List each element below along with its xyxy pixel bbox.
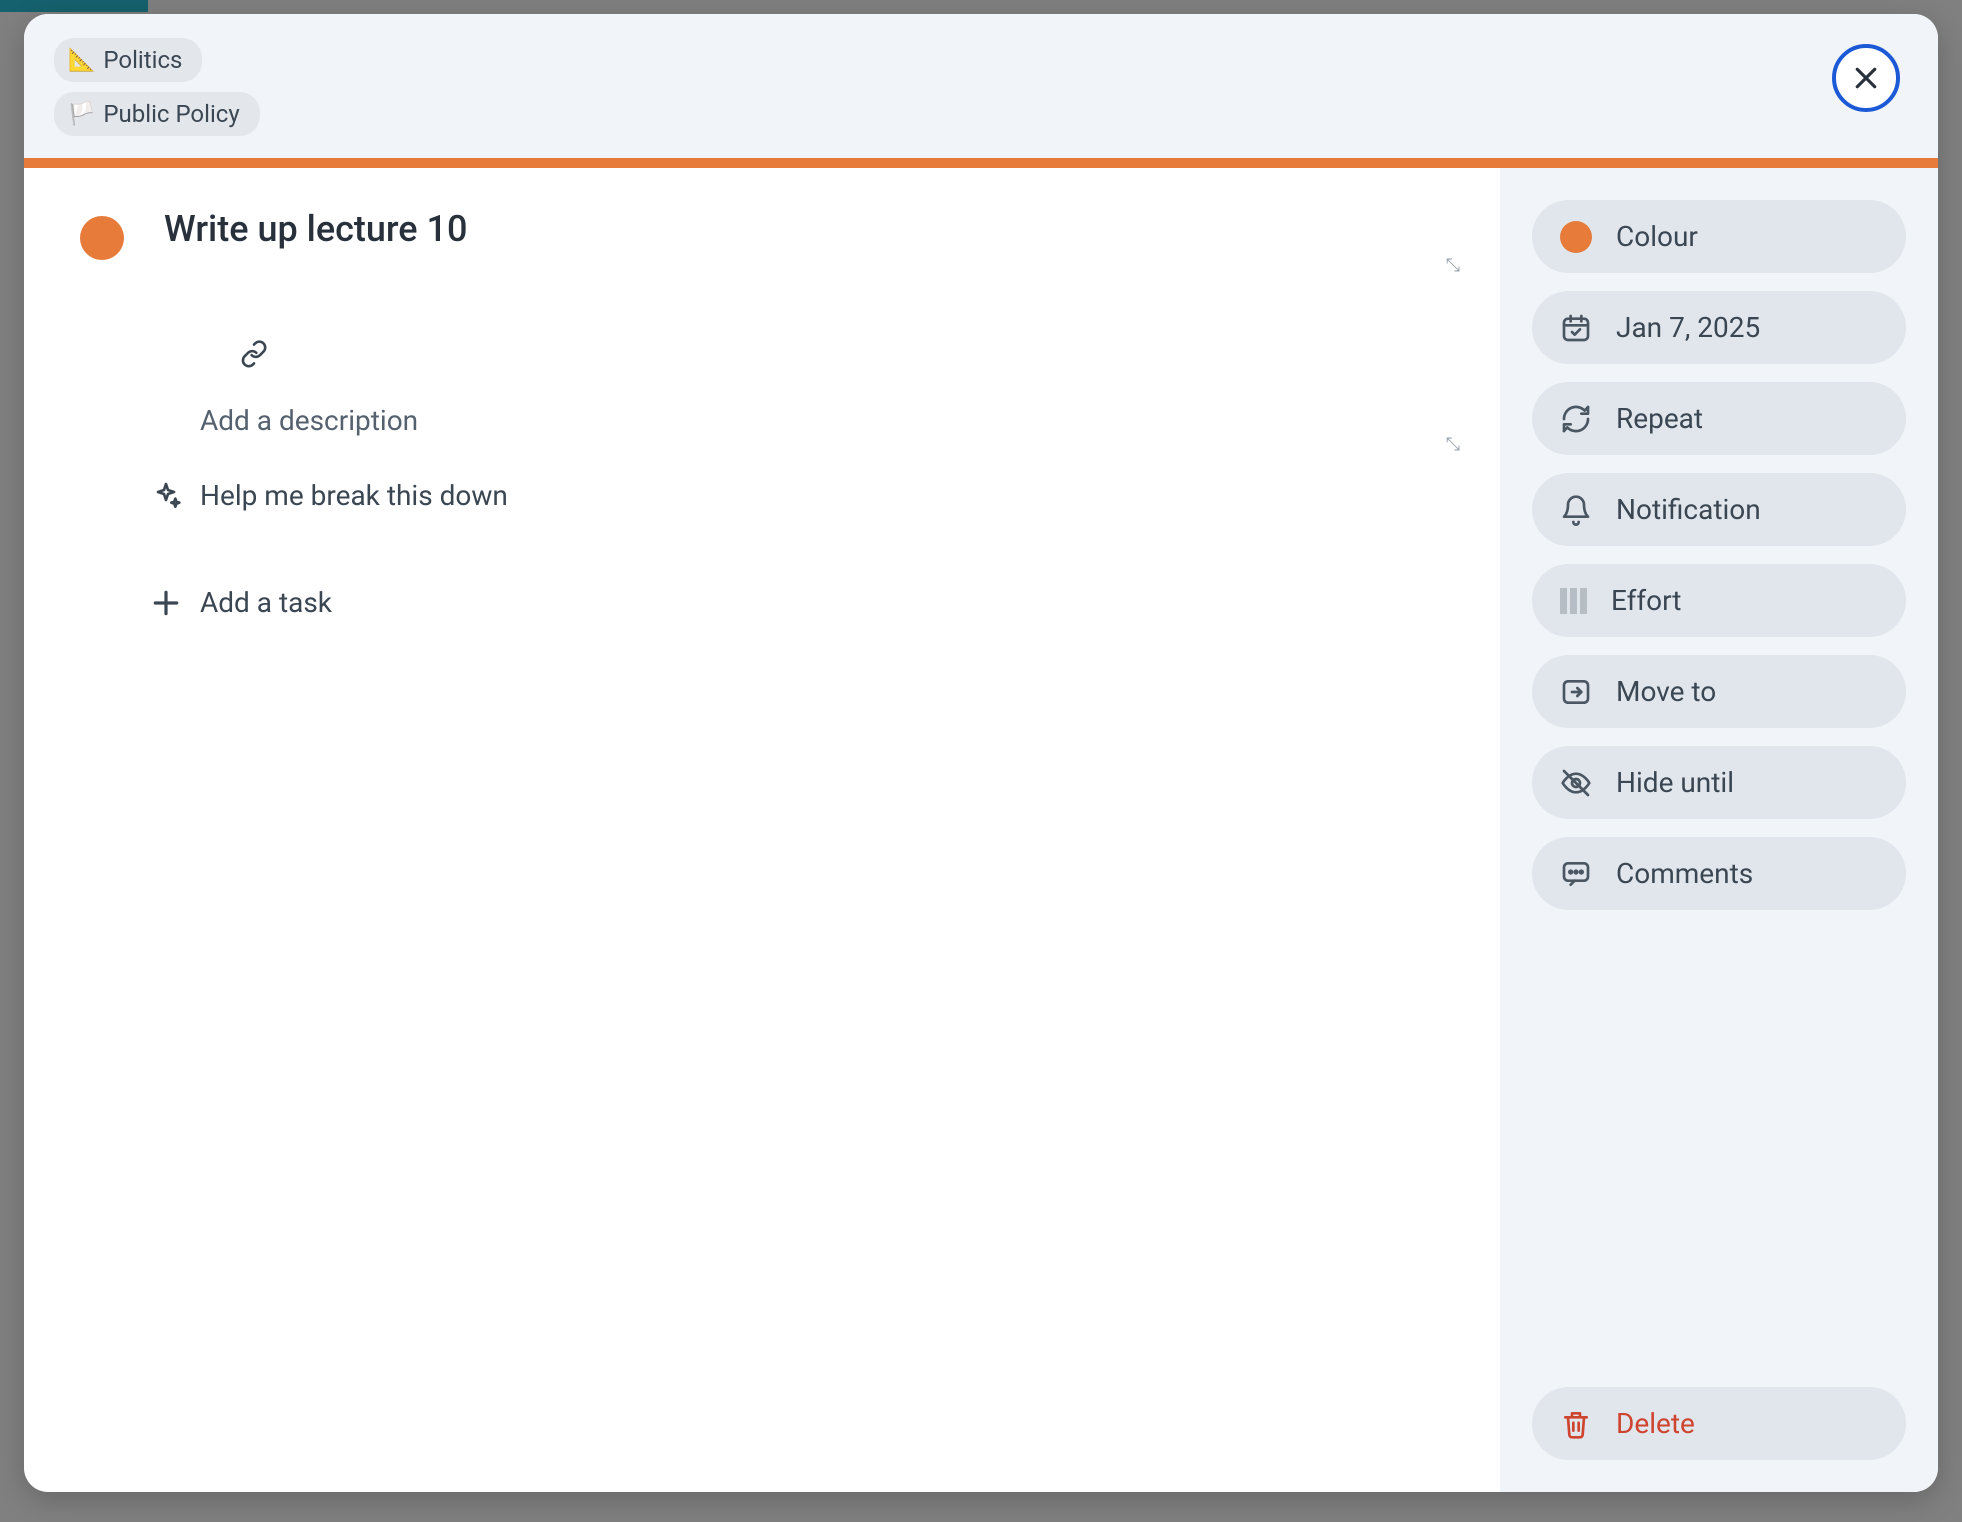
move-to-label: Move to <box>1616 675 1716 708</box>
colour-swatch-icon <box>1560 221 1592 253</box>
title-row: ⤡ <box>80 208 1460 280</box>
calendar-icon <box>1560 312 1592 344</box>
comments-label: Comments <box>1616 857 1753 890</box>
close-icon <box>1851 63 1881 93</box>
add-task-button[interactable]: Add a task <box>150 570 1460 635</box>
resize-handle-icon: ⤡ <box>1446 434 1460 455</box>
colour-button[interactable]: Colour <box>1532 200 1906 273</box>
break-down-button[interactable]: Help me break this down <box>150 463 1460 528</box>
breadcrumb-child-emoji: 🏳️ <box>68 102 95 127</box>
task-modal: 📐 Politics 🏳️ Public Policy ⤡ <box>24 14 1938 1492</box>
colour-label: Colour <box>1616 220 1698 253</box>
add-task-label: Add a task <box>200 586 332 619</box>
comments-icon <box>1560 858 1592 890</box>
breadcrumb-parent[interactable]: 📐 Politics <box>54 38 202 82</box>
resize-handle-icon: ⤡ <box>1446 255 1460 276</box>
breadcrumb-parent-emoji: 📐 <box>68 48 95 73</box>
break-down-label: Help me break this down <box>200 479 508 512</box>
modal-header: 📐 Politics 🏳️ Public Policy <box>24 14 1938 158</box>
link-icon <box>240 340 268 368</box>
eye-off-icon <box>1560 767 1592 799</box>
effort-label: Effort <box>1611 584 1681 617</box>
sidebar: Colour Jan 7, 2025 Repeat Notification E… <box>1500 168 1938 1492</box>
move-to-button[interactable]: Move to <box>1532 655 1906 728</box>
main-area: ⤡ ⤡ Help me break this down Add a tas <box>24 168 1500 1492</box>
breadcrumb-child-label: Public Policy <box>103 100 239 128</box>
effort-button[interactable]: Effort <box>1532 564 1906 637</box>
move-to-icon <box>1560 676 1592 708</box>
bell-icon <box>1560 494 1592 526</box>
repeat-button[interactable]: Repeat <box>1532 382 1906 455</box>
notification-button[interactable]: Notification <box>1532 473 1906 546</box>
trash-icon <box>1560 1408 1592 1440</box>
notification-label: Notification <box>1616 493 1761 526</box>
breadcrumb-child[interactable]: 🏳️ Public Policy <box>54 92 260 136</box>
description-input[interactable] <box>200 404 1460 437</box>
repeat-icon <box>1560 403 1592 435</box>
hide-until-label: Hide until <box>1616 766 1734 799</box>
comments-button[interactable]: Comments <box>1532 837 1906 910</box>
sparkles-icon <box>150 480 182 512</box>
breadcrumb-parent-label: Politics <box>103 46 182 74</box>
delete-button[interactable]: Delete <box>1532 1387 1906 1460</box>
breadcrumb: 📐 Politics 🏳️ Public Policy <box>54 38 260 136</box>
hide-until-button[interactable]: Hide until <box>1532 746 1906 819</box>
modal-body: ⤡ ⤡ Help me break this down Add a tas <box>24 168 1938 1492</box>
repeat-label: Repeat <box>1616 402 1703 435</box>
close-button[interactable] <box>1832 44 1900 112</box>
content-stack: ⤡ Help me break this down Add a task <box>200 340 1460 635</box>
delete-label: Delete <box>1616 1407 1695 1440</box>
task-color-dot[interactable] <box>80 216 124 260</box>
attachment-button[interactable] <box>200 340 1460 392</box>
task-title-input[interactable] <box>164 208 1460 250</box>
date-label: Jan 7, 2025 <box>1616 311 1760 344</box>
background-app-stripe <box>0 0 148 12</box>
accent-bar <box>24 158 1938 168</box>
description-wrap: ⤡ <box>200 404 1460 451</box>
plus-icon <box>150 587 182 619</box>
title-wrap: ⤡ <box>164 208 1460 280</box>
date-button[interactable]: Jan 7, 2025 <box>1532 291 1906 364</box>
effort-bars-icon <box>1560 588 1587 614</box>
